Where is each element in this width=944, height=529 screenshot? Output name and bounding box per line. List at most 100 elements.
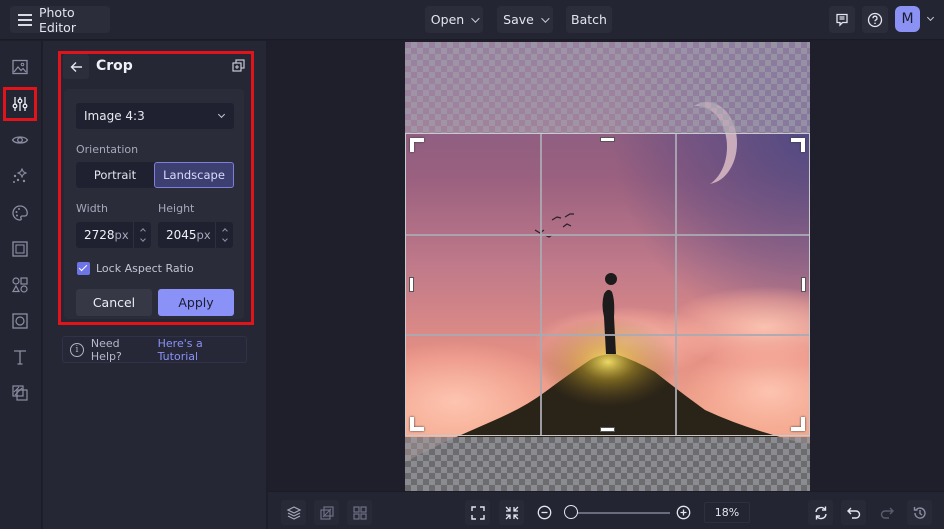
redo-button[interactable] — [874, 500, 899, 525]
rail-item-effects[interactable] — [6, 162, 34, 190]
lock-aspect-label[interactable]: Lock Aspect Ratio — [96, 262, 194, 275]
rail-item-graphics[interactable] — [6, 271, 34, 299]
palette-icon — [12, 205, 28, 221]
text-icon — [14, 350, 26, 365]
info-icon: i — [70, 342, 84, 357]
zoom-slider-track[interactable] — [566, 512, 670, 514]
grid-button[interactable] — [347, 500, 372, 525]
grid-line — [406, 234, 809, 236]
crop-handle-top-left[interactable] — [410, 138, 424, 152]
crop-handle-bottom-left[interactable] — [410, 417, 424, 431]
rail-item-image[interactable] — [6, 53, 34, 81]
width-input[interactable]: 2728 px — [76, 222, 151, 248]
crop-handle-left[interactable] — [409, 277, 414, 292]
chevron-down-icon — [541, 13, 550, 23]
rail-item-artsy[interactable] — [6, 199, 34, 227]
tool-rail — [0, 41, 42, 529]
rail-item-overlays[interactable] — [6, 307, 34, 335]
frame-icon — [12, 241, 28, 257]
back-button[interactable] — [63, 54, 89, 79]
chevron-up-icon[interactable] — [139, 228, 146, 234]
height-unit: px — [196, 228, 211, 242]
undo-button[interactable] — [841, 500, 866, 525]
redo-icon — [880, 507, 894, 519]
layers-button[interactable] — [281, 500, 306, 525]
menu-icon — [18, 14, 32, 26]
cancel-button[interactable]: Cancel — [76, 289, 152, 316]
landscape-button[interactable]: Landscape — [154, 162, 234, 188]
actual-size-button[interactable] — [499, 500, 524, 525]
height-value: 2045 — [166, 228, 197, 242]
open-button[interactable]: Open — [425, 6, 483, 33]
chevron-down-icon — [217, 110, 226, 119]
tutorial-link[interactable]: Here's a Tutorial — [158, 337, 246, 363]
aspect-preset-select[interactable]: Image 4:3 — [76, 103, 234, 129]
duplicate-icon[interactable] — [232, 59, 245, 72]
orientation-label: Orientation — [76, 143, 139, 156]
overlay-icon — [12, 313, 28, 329]
crop-frame[interactable] — [405, 133, 810, 436]
width-value: 2728 — [84, 228, 115, 242]
help-box: i Need Help? Here's a Tutorial — [62, 336, 247, 363]
image-icon — [12, 59, 28, 75]
rail-item-frames[interactable] — [6, 235, 34, 263]
width-stepper[interactable] — [133, 222, 151, 248]
width-unit: px — [114, 228, 129, 242]
rail-item-adjust[interactable] — [3, 87, 37, 121]
lock-aspect-checkbox[interactable] — [77, 262, 90, 275]
chevron-up-icon[interactable] — [221, 228, 228, 234]
batch-button[interactable]: Batch — [566, 6, 612, 33]
batch-label: Batch — [571, 12, 607, 27]
duplicate-button[interactable] — [314, 500, 339, 525]
help-button[interactable] — [862, 6, 888, 33]
fit-screen-button[interactable] — [465, 500, 490, 525]
orientation-toggle: Portrait Landscape — [76, 162, 234, 188]
chevron-down-icon[interactable] — [926, 13, 935, 22]
app-menu-button[interactable]: Photo Editor — [10, 4, 110, 35]
crop-handle-bottom[interactable] — [600, 427, 615, 432]
duplicate-icon — [319, 505, 334, 520]
height-stepper[interactable] — [215, 222, 233, 248]
crop-handle-bottom-right[interactable] — [791, 417, 805, 431]
chevron-down-icon — [471, 13, 480, 23]
crop-handle-right[interactable] — [801, 277, 806, 292]
avatar-initial: M — [901, 11, 914, 27]
grid-icon — [352, 505, 367, 520]
eye-icon — [11, 136, 29, 144]
history-button[interactable] — [907, 500, 932, 525]
actual-size-icon — [505, 506, 518, 519]
reset-button[interactable] — [808, 500, 833, 525]
top-bar: Photo Editor Open Save Batch M — [0, 0, 944, 40]
history-icon — [913, 506, 926, 519]
save-button[interactable]: Save — [497, 6, 553, 33]
rail-item-layers[interactable] — [6, 379, 34, 407]
apply-button[interactable]: Apply — [158, 289, 234, 316]
zoom-percentage-input[interactable]: 18% — [704, 502, 750, 523]
rail-item-text[interactable] — [6, 343, 34, 371]
chevron-down-icon[interactable] — [139, 236, 146, 242]
rail-item-view[interactable] — [6, 126, 34, 154]
help-text: Need Help? — [90, 336, 122, 363]
crop-handle-top-right[interactable] — [791, 138, 805, 152]
layers-icon — [12, 385, 28, 401]
save-label: Save — [503, 12, 534, 27]
zoom-in-icon[interactable] — [676, 505, 691, 520]
avatar[interactable]: M — [895, 6, 920, 32]
layers-icon — [286, 505, 301, 520]
feedback-button[interactable] — [829, 6, 855, 33]
undo-icon — [846, 507, 860, 519]
feedback-icon — [836, 13, 848, 27]
chevron-down-icon[interactable] — [221, 236, 228, 242]
reset-icon — [814, 506, 827, 519]
crop-handle-top[interactable] — [600, 137, 615, 142]
grid-line — [675, 134, 677, 435]
sliders-icon — [12, 97, 28, 111]
shapes-icon — [11, 277, 28, 293]
fit-screen-icon — [470, 505, 485, 520]
open-label: Open — [430, 12, 465, 27]
height-input[interactable]: 2045 px — [158, 222, 233, 248]
zoom-out-icon[interactable] — [537, 505, 552, 520]
app-title: Photo Editor — [38, 4, 76, 35]
portrait-button[interactable]: Portrait — [76, 162, 154, 188]
help-icon — [867, 12, 883, 27]
